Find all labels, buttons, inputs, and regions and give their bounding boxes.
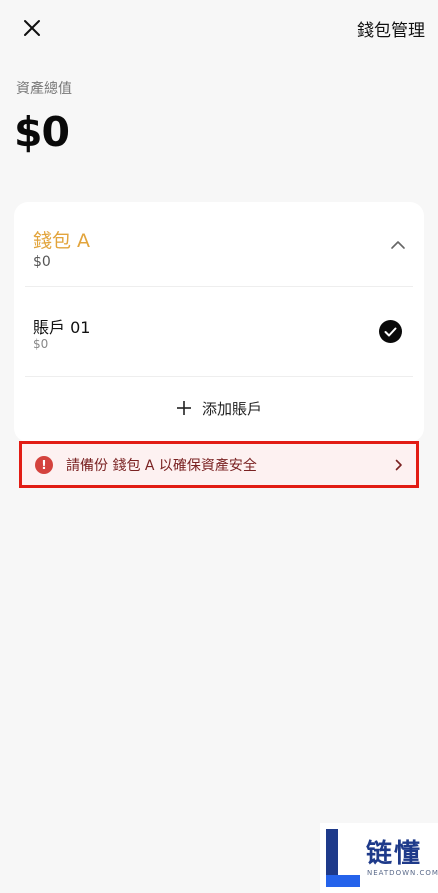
add-account-label: 添加賬戶 [201, 399, 262, 418]
wallet-balance: $0 [33, 254, 51, 270]
add-account-button[interactable]: 添加賬戶 [14, 378, 424, 438]
backup-reminder-text: 請備份 錢包 A 以確保資產安全 [66, 457, 257, 474]
watermark-english-text: NEATDOWN.COM [367, 869, 438, 877]
logo-l-icon [326, 829, 360, 887]
chevron-right-icon [395, 459, 402, 470]
wallet-name: 錢包 A [33, 230, 91, 252]
wallet-card: 錢包 A $0 賬戶 01 $0 添加賬戶 [14, 202, 424, 442]
backup-reminder-banner[interactable]: ! 請備份 錢包 A 以確保資產安全 [19, 441, 419, 488]
check-icon [379, 320, 402, 343]
account-name: 賬戶 01 [33, 318, 91, 337]
wallet-management-screen: 錢包管理 資產總值 $0 錢包 A $0 賬戶 01 $0 添加賬戶 ! 請備份… [0, 0, 438, 893]
wallet-management-title[interactable]: 錢包管理 [357, 16, 425, 41]
total-assets-label: 資產總值 [16, 81, 72, 97]
alert-icon: ! [35, 455, 53, 474]
wallet-header[interactable]: 錢包 A $0 [14, 202, 424, 286]
account-balance: $0 [33, 337, 49, 351]
close-icon [24, 20, 40, 36]
watermark-logo: 链懂 NEATDOWN.COM [320, 823, 438, 893]
chevron-up-icon[interactable] [390, 240, 406, 250]
total-assets-value: $0 [14, 108, 70, 156]
account-row[interactable]: 賬戶 01 $0 [14, 286, 424, 376]
watermark-chinese-text: 链懂 [366, 839, 423, 869]
divider [25, 376, 413, 377]
close-button[interactable] [18, 14, 46, 42]
plus-icon [176, 401, 191, 415]
